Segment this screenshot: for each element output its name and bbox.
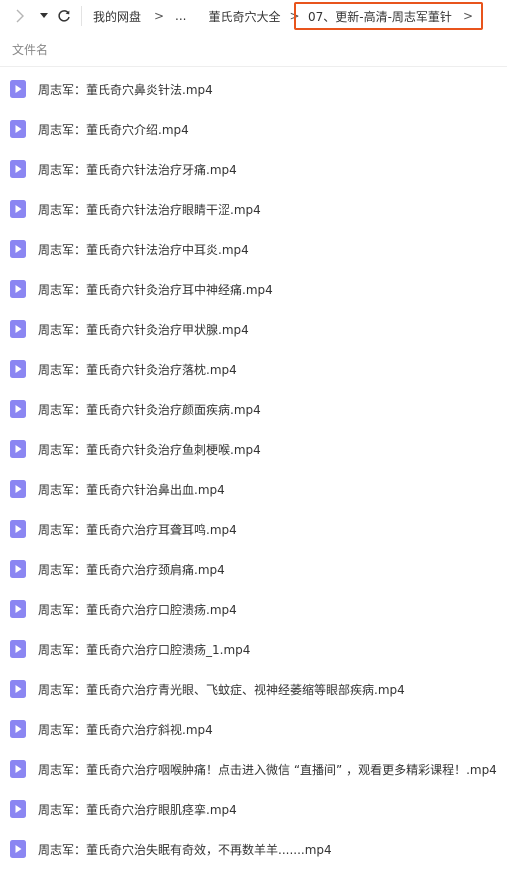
file-name: 周志军：董氏奇穴治疗眼肌痉挛.mp4 <box>38 802 237 817</box>
video-file-icon <box>10 80 26 98</box>
chevron-right-icon <box>16 9 24 23</box>
video-file-icon <box>10 680 26 698</box>
breadcrumb-ellipsis[interactable]: ... <box>175 9 186 23</box>
breadcrumb-folder[interactable]: 董氏奇穴大全 <box>208 8 280 25</box>
video-file-icon <box>10 640 26 658</box>
file-name: 周志军：董氏奇穴针法治疗牙痛.mp4 <box>38 162 237 177</box>
breadcrumb-separator: > <box>462 9 473 23</box>
video-file-icon <box>10 160 26 178</box>
breadcrumb-current-folder[interactable]: 07、更新-高清-周志军董针 > <box>294 2 483 30</box>
refresh-button[interactable] <box>55 0 73 32</box>
file-name: 周志军：董氏奇穴针法治疗中耳炎.mp4 <box>38 242 249 257</box>
file-name: 周志军：董氏奇穴治疗咽喉肿痛！点击进入微信 “直播间” ，观看更多精彩课程！.m… <box>38 762 497 777</box>
file-row[interactable]: 周志军：董氏奇穴治疗眼肌痉挛.mp4 <box>0 789 507 829</box>
file-row[interactable]: 周志军：董氏奇穴治疗斜视.mp4 <box>0 709 507 749</box>
file-row[interactable]: 周志军：董氏奇穴针灸治疗耳中神经痛.mp4 <box>0 269 507 309</box>
file-row[interactable]: 周志军：董氏奇穴治疗颈肩痛.mp4 <box>0 549 507 589</box>
video-file-icon <box>10 520 26 538</box>
video-file-icon <box>10 480 26 498</box>
video-file-icon <box>10 280 26 298</box>
video-file-icon <box>10 720 26 738</box>
file-row[interactable]: 周志军：董氏奇穴针法治疗牙痛.mp4 <box>0 149 507 189</box>
file-name: 周志军：董氏奇穴针法治疗眼睛干涩.mp4 <box>38 202 261 217</box>
caret-down-icon <box>40 13 48 18</box>
file-list: 周志军：董氏奇穴鼻炎针法.mp4 周志军：董氏奇穴介绍.mp4 周志军：董氏奇穴针法… <box>0 69 507 869</box>
video-file-icon <box>10 760 26 778</box>
file-name: 周志军：董氏奇穴治疗斜视.mp4 <box>38 722 213 737</box>
file-row[interactable]: 周志军：董氏奇穴针灸治疗鱼刺梗喉.mp4 <box>0 429 507 469</box>
file-row[interactable]: 周志军：董氏奇穴治疗口腔溃疡.mp4 <box>0 589 507 629</box>
file-row[interactable]: 周志军：董氏奇穴治疗咽喉肿痛！点击进入微信 “直播间” ，观看更多精彩课程！.m… <box>0 749 507 789</box>
file-name: 周志军：董氏奇穴针灸治疗落枕.mp4 <box>38 362 237 377</box>
file-row[interactable]: 周志军：董氏奇穴治疗青光眼、飞蚊症、视神经萎缩等眼部疾病.mp4 <box>0 669 507 709</box>
file-name: 周志军：董氏奇穴治疗口腔溃疡_1.mp4 <box>38 642 251 657</box>
file-row[interactable]: 周志军：董氏奇穴针灸治疗颜面疾病.mp4 <box>0 389 507 429</box>
video-file-icon <box>10 200 26 218</box>
file-name: 周志军：董氏奇穴治疗口腔溃疡.mp4 <box>38 602 237 617</box>
file-list-header: 文件名 <box>0 32 507 67</box>
file-row[interactable]: 周志军：董氏奇穴介绍.mp4 <box>0 109 507 149</box>
video-file-icon <box>10 400 26 418</box>
file-row[interactable]: 周志军：董氏奇穴鼻炎针法.mp4 <box>0 69 507 109</box>
video-file-icon <box>10 560 26 578</box>
history-dropdown-button[interactable] <box>38 0 50 32</box>
file-row[interactable]: 周志军：董氏奇穴针灸治疗甲状腺.mp4 <box>0 309 507 349</box>
file-name: 周志军：董氏奇穴治疗耳聋耳鸣.mp4 <box>38 522 237 537</box>
breadcrumb: 我的网盘 > ... 董氏奇穴大全 > <box>82 0 304 32</box>
breadcrumb-separator: > <box>153 9 165 23</box>
file-row[interactable]: 周志军：董氏奇穴针灸治疗落枕.mp4 <box>0 349 507 389</box>
file-name: 周志军：董氏奇穴治疗青光眼、飞蚊症、视神经萎缩等眼部疾病.mp4 <box>38 682 405 697</box>
file-row[interactable]: 周志军：董氏奇穴治失眠有奇效，不再数羊羊.......mp4 <box>0 829 507 869</box>
file-row[interactable]: 周志军：董氏奇穴治疗口腔溃疡_1.mp4 <box>0 629 507 669</box>
video-file-icon <box>10 840 26 858</box>
file-row[interactable]: 周志军：董氏奇穴针治鼻出血.mp4 <box>0 469 507 509</box>
file-name: 周志军：董氏奇穴针治鼻出血.mp4 <box>38 482 225 497</box>
video-file-icon <box>10 360 26 378</box>
breadcrumb-current-label: 07、更新-高清-周志军董针 <box>308 9 452 24</box>
file-name: 周志军：董氏奇穴治失眠有奇效，不再数羊羊.......mp4 <box>38 842 332 857</box>
file-name: 周志军：董氏奇穴针灸治疗鱼刺梗喉.mp4 <box>38 442 261 457</box>
file-name: 周志军：董氏奇穴针灸治疗颜面疾病.mp4 <box>38 402 261 417</box>
refresh-icon <box>58 10 70 22</box>
video-file-icon <box>10 320 26 338</box>
toolbar: 我的网盘 > ... 董氏奇穴大全 > 07、更新-高清-周志军董针 > <box>0 0 507 32</box>
file-name: 周志军：董氏奇穴介绍.mp4 <box>38 122 189 137</box>
file-name: 周志军：董氏奇穴治疗颈肩痛.mp4 <box>38 562 225 577</box>
file-name: 周志军：董氏奇穴鼻炎针法.mp4 <box>38 82 213 97</box>
video-file-icon <box>10 120 26 138</box>
video-file-icon <box>10 440 26 458</box>
file-row[interactable]: 周志军：董氏奇穴针法治疗中耳炎.mp4 <box>0 229 507 269</box>
column-header-filename[interactable]: 文件名 <box>12 41 48 58</box>
file-name: 周志军：董氏奇穴针灸治疗甲状腺.mp4 <box>38 322 249 337</box>
forward-button[interactable] <box>10 0 30 32</box>
video-file-icon <box>10 600 26 618</box>
file-name: 周志军：董氏奇穴针灸治疗耳中神经痛.mp4 <box>38 282 273 297</box>
video-file-icon <box>10 800 26 818</box>
breadcrumb-root[interactable]: 我的网盘 <box>93 8 141 25</box>
video-file-icon <box>10 240 26 258</box>
file-row[interactable]: 周志军：董氏奇穴针法治疗眼睛干涩.mp4 <box>0 189 507 229</box>
file-row[interactable]: 周志军：董氏奇穴治疗耳聋耳鸣.mp4 <box>0 509 507 549</box>
